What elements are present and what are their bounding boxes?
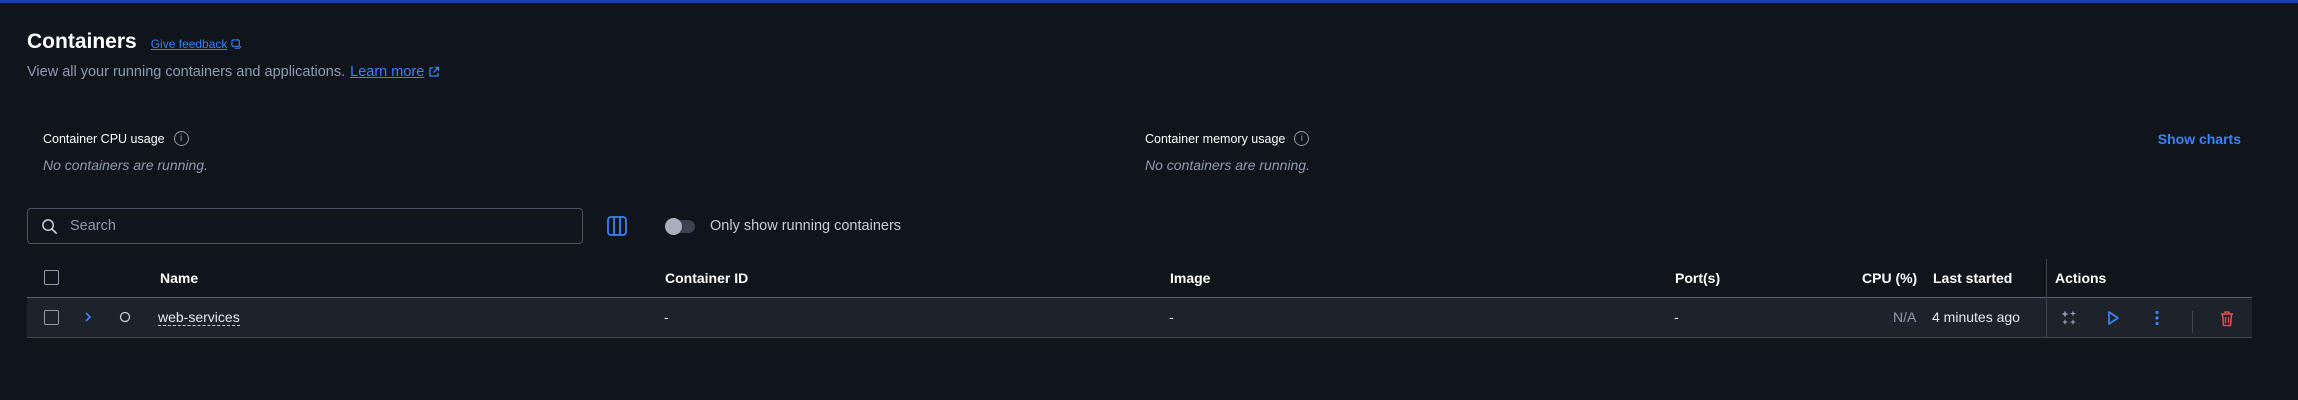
cpu-cell: N/A — [1893, 309, 1917, 325]
page-header: Containers Give feedback — [27, 30, 242, 54]
column-header-last-started[interactable]: Last started — [1933, 270, 2012, 286]
column-header-image[interactable]: Image — [1170, 270, 1210, 286]
show-charts-button[interactable]: Show charts — [2158, 131, 2241, 147]
table-header: Name Container ID Image Port(s) CPU (%) … — [27, 259, 2252, 298]
memory-usage-empty: No containers are running. — [1145, 157, 1310, 173]
running-only-label: Only show running containers — [710, 218, 902, 234]
actions-divider — [2046, 259, 2047, 337]
actions-inner-divider — [2192, 311, 2193, 333]
play-icon[interactable] — [2103, 308, 2123, 328]
more-vertical-icon[interactable] — [2147, 308, 2167, 328]
learn-more-link[interactable]: Learn more — [350, 64, 440, 80]
select-all-checkbox[interactable] — [44, 270, 59, 285]
chevron-right-icon[interactable] — [82, 311, 94, 323]
cpu-usage-label: Container CPU usage — [43, 131, 165, 146]
column-header-container-id[interactable]: Container ID — [665, 270, 748, 286]
column-header-name[interactable]: Name — [160, 270, 198, 286]
search-icon — [42, 218, 57, 234]
feedback-icon — [231, 38, 242, 49]
search-box — [27, 208, 583, 244]
sparkle-icon[interactable] — [2059, 308, 2079, 328]
cpu-usage-empty: No containers are running. — [43, 157, 208, 173]
toggle-knob — [665, 217, 682, 235]
column-header-cpu[interactable]: CPU (%) — [1862, 270, 1917, 286]
container-id-cell: - — [664, 309, 669, 325]
external-link-icon — [429, 66, 440, 77]
cpu-usage-panel: Container CPU usage i No containers are … — [43, 131, 208, 173]
memory-usage-panel: Container memory usage i No containers a… — [1145, 131, 1310, 173]
info-icon[interactable]: i — [173, 131, 189, 146]
row-checkbox[interactable] — [44, 310, 59, 325]
image-cell: - — [1169, 309, 1174, 325]
last-started-cell: 4 minutes ago — [1932, 309, 2020, 325]
running-only-toggle[interactable]: Only show running containers — [665, 217, 902, 235]
give-feedback-label: Give feedback — [150, 37, 228, 51]
column-header-ports[interactable]: Port(s) — [1675, 270, 1720, 286]
memory-usage-label: Container memory usage — [1145, 131, 1286, 146]
top-accent-bar — [0, 0, 2298, 3]
info-icon[interactable]: i — [1294, 131, 1310, 146]
containers-table: Name Container ID Image Port(s) CPU (%) … — [27, 259, 2252, 339]
page-title: Containers — [27, 30, 137, 53]
status-circle-icon — [119, 311, 131, 323]
table-row[interactable]: web-services - - - N/A 4 minutes ago — [27, 298, 2252, 338]
subtitle-text: View all your running containers and app… — [27, 64, 346, 80]
toggle-switch[interactable] — [665, 217, 695, 235]
ports-cell: - — [1674, 309, 1679, 325]
trash-icon[interactable] — [2217, 308, 2237, 328]
learn-more-label: Learn more — [350, 64, 425, 80]
search-input[interactable] — [68, 217, 552, 235]
column-header-actions: Actions — [2055, 270, 2107, 286]
give-feedback-link[interactable]: Give feedback — [151, 37, 243, 51]
columns-icon[interactable] — [605, 214, 629, 238]
page-subtitle: View all your running containers and app… — [27, 64, 440, 80]
container-name-link[interactable]: web-services — [158, 309, 240, 326]
